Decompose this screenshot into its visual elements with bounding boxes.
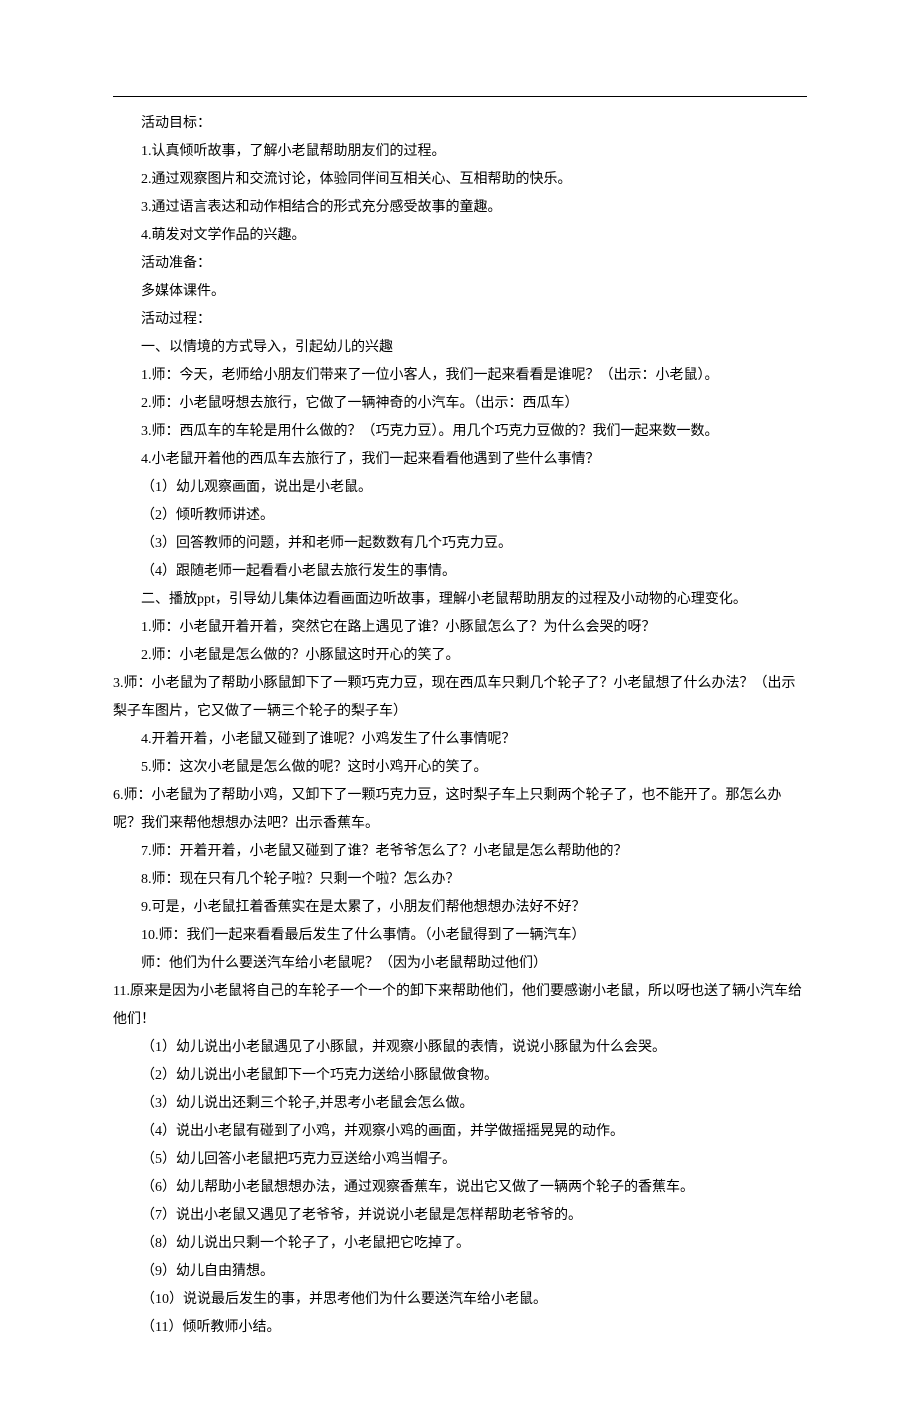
paragraph-line: （2）幼儿说出小老鼠卸下一个巧克力送给小豚鼠做食物。 — [113, 1062, 807, 1090]
paragraph-line: （8）幼儿说出只剩一个轮子了，小老鼠把它吃掉了。 — [113, 1230, 807, 1258]
paragraph-line: 活动目标： — [113, 110, 807, 138]
paragraph-line: 活动准备： — [113, 250, 807, 278]
paragraph-line: （4）跟随老师一起看看小老鼠去旅行发生的事情。 — [113, 558, 807, 586]
paragraph-line: 活动过程： — [113, 306, 807, 334]
document-page: 活动目标：1.认真倾听故事，了解小老鼠帮助朋友们的过程。2.通过观察图片和交流讨… — [0, 0, 920, 1402]
paragraph-line: 5.师：这次小老鼠是怎么做的呢？这时小鸡开心的笑了。 — [113, 754, 807, 782]
paragraph-line: 6.师：小老鼠为了帮助小鸡，又卸下了一颗巧克力豆，这时梨子车上只剩两个轮子了，也… — [113, 782, 807, 838]
paragraph-line: （5）幼儿回答小老鼠把巧克力豆送给小鸡当帽子。 — [113, 1146, 807, 1174]
paragraph-line: （3）回答教师的问题，并和老师一起数数有几个巧克力豆。 — [113, 530, 807, 558]
paragraph-line: （11）倾听教师小结。 — [113, 1314, 807, 1342]
paragraph-line: 11.原来是因为小老鼠将自己的车轮子一个一个的卸下来帮助他们，他们要感谢小老鼠，… — [113, 978, 807, 1034]
paragraph-line: 2.通过观察图片和交流讨论，体验同伴间互相关心、互相帮助的快乐。 — [113, 166, 807, 194]
paragraph-line: 1.认真倾听故事，了解小老鼠帮助朋友们的过程。 — [113, 138, 807, 166]
paragraph-line: （3）幼儿说出还剩三个轮子,并思考小老鼠会怎么做。 — [113, 1090, 807, 1118]
paragraph-line: 7.师：开着开着，小老鼠又碰到了谁？老爷爷怎么了？小老鼠是怎么帮助他的？ — [113, 838, 807, 866]
paragraph-line: 3.通过语言表达和动作相结合的形式充分感受故事的童趣。 — [113, 194, 807, 222]
header-rule — [113, 96, 807, 97]
paragraph-line: （7）说出小老鼠又遇见了老爷爷，并说说小老鼠是怎样帮助老爷爷的。 — [113, 1202, 807, 1230]
paragraph-line: （6）幼儿帮助小老鼠想想办法，通过观察香蕉车，说出它又做了一辆两个轮子的香蕉车。 — [113, 1174, 807, 1202]
paragraph-line: 4.萌发对文学作品的兴趣。 — [113, 222, 807, 250]
paragraph-line: 多媒体课件。 — [113, 278, 807, 306]
paragraph-line: 1.师：今天，老师给小朋友们带来了一位小客人，我们一起来看看是谁呢？（出示：小老… — [113, 362, 807, 390]
paragraph-line: （4）说出小老鼠有碰到了小鸡，并观察小鸡的画面，并学做摇摇晃晃的动作。 — [113, 1118, 807, 1146]
paragraph-line: （1）幼儿说出小老鼠遇见了小豚鼠，并观察小豚鼠的表情，说说小豚鼠为什么会哭。 — [113, 1034, 807, 1062]
paragraph-line: 3.师：小老鼠为了帮助小豚鼠卸下了一颗巧克力豆，现在西瓜车只剩几个轮子了？小老鼠… — [113, 670, 807, 726]
paragraph-line: 2.师：小老鼠是怎么做的？小豚鼠这时开心的笑了。 — [113, 642, 807, 670]
paragraph-line: （10）说说最后发生的事，并思考他们为什么要送汽车给小老鼠。 — [113, 1286, 807, 1314]
paragraph-line: （1）幼儿观察画面，说出是小老鼠。 — [113, 474, 807, 502]
document-body: 活动目标：1.认真倾听故事，了解小老鼠帮助朋友们的过程。2.通过观察图片和交流讨… — [113, 110, 807, 1342]
paragraph-line: 9.可是，小老鼠扛着香蕉实在是太累了，小朋友们帮他想想办法好不好？ — [113, 894, 807, 922]
paragraph-line: 师：他们为什么要送汽车给小老鼠呢？（因为小老鼠帮助过他们） — [113, 950, 807, 978]
paragraph-line: 4.开着开着，小老鼠又碰到了谁呢？小鸡发生了什么事情呢？ — [113, 726, 807, 754]
paragraph-line: 二、播放ppt，引导幼儿集体边看画面边听故事，理解小老鼠帮助朋友的过程及小动物的… — [113, 586, 807, 614]
paragraph-line: （2）倾听教师讲述。 — [113, 502, 807, 530]
paragraph-line: 10.师：我们一起来看看最后发生了什么事情。（小老鼠得到了一辆汽车） — [113, 922, 807, 950]
paragraph-line: （9）幼儿自由猜想。 — [113, 1258, 807, 1286]
paragraph-line: 一、以情境的方式导入，引起幼儿的兴趣 — [113, 334, 807, 362]
paragraph-line: 1.师：小老鼠开着开着，突然它在路上遇见了谁？小豚鼠怎么了？为什么会哭的呀？ — [113, 614, 807, 642]
paragraph-line: 4.小老鼠开着他的西瓜车去旅行了，我们一起来看看他遇到了些什么事情？ — [113, 446, 807, 474]
paragraph-line: 3.师：西瓜车的车轮是用什么做的？（巧克力豆）。用几个巧克力豆做的？我们一起来数… — [113, 418, 807, 446]
paragraph-line: 2.师：小老鼠呀想去旅行，它做了一辆神奇的小汽车。（出示：西瓜车） — [113, 390, 807, 418]
paragraph-line: 8.师：现在只有几个轮子啦？只剩一个啦？怎么办？ — [113, 866, 807, 894]
